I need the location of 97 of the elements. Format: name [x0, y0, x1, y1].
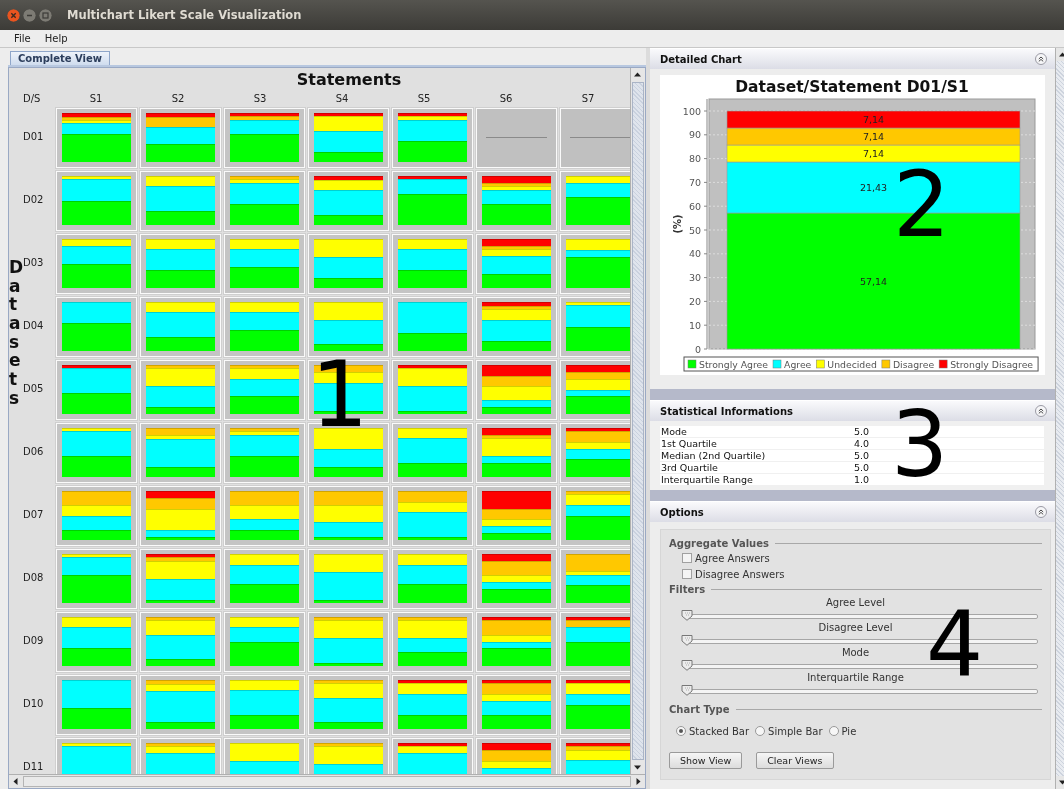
column-header: S6 [498, 92, 514, 106]
table-cell: Mode [660, 426, 853, 437]
tick-label: 80 [688, 153, 701, 165]
slider-thumb[interactable] [681, 659, 693, 671]
slider-thumb[interactable] [681, 634, 693, 646]
column-header: S5 [416, 92, 432, 106]
row-label: D11 [23, 760, 45, 774]
data-label: 7,14 [862, 131, 885, 142]
panel-title: Options [660, 506, 704, 518]
menu-item[interactable]: Help [37, 33, 75, 44]
table-cell: Median (2nd Quartile) [660, 450, 853, 461]
table-cell: Interquartile Range [660, 474, 853, 485]
slider-label: Interquartile Range [806, 671, 905, 684]
column-header: S1 [88, 92, 104, 106]
mini-stacked-bar-chart [560, 549, 630, 609]
data-label: 21,43 [859, 182, 888, 193]
row-label: D10 [23, 697, 45, 711]
row-label: D01 [23, 130, 45, 144]
window-title: Multichart Likert Scale Visualization [67, 8, 302, 22]
legend-label: Strongly Disagree [950, 358, 1034, 370]
checkbox-label[interactable]: Agree Answers [695, 552, 770, 564]
group-title: Chart Type [669, 703, 730, 715]
column-header: S4 [334, 92, 350, 106]
close-icon[interactable] [7, 8, 20, 22]
panel-title: Statistical Informations [660, 405, 793, 417]
tick-label: 40 [688, 248, 701, 260]
mini-stacked-bar-chart [560, 612, 630, 672]
radio-button[interactable] [676, 726, 686, 736]
radio-button[interactable] [755, 726, 766, 736]
column-header: S2 [170, 92, 186, 106]
tick-label: 90 [688, 129, 701, 141]
empty-chart [560, 108, 630, 168]
mini-stacked-bar-chart [560, 297, 630, 357]
row-label: D03 [23, 256, 45, 268]
row-label: D02 [23, 193, 45, 207]
slider-thumb[interactable] [681, 609, 693, 621]
checkbox-label[interactable]: Disagree Answers [695, 568, 785, 580]
column-header: S7 [580, 92, 596, 106]
slider-thumb[interactable] [681, 684, 693, 696]
mini-stacked-bar-chart [560, 234, 630, 294]
row-label: D05 [23, 382, 45, 396]
slider-track[interactable] [681, 684, 1038, 696]
row-label: D08 [23, 571, 45, 585]
mini-stacked-bar-chart [560, 486, 630, 546]
mini-stacked-bar-chart [560, 171, 630, 231]
legend-label: Agree [784, 358, 812, 370]
tick-label: 100 [682, 105, 701, 117]
data-label: 7,14 [862, 148, 885, 159]
radio-label[interactable]: Simple Bar [768, 725, 823, 737]
minimize-icon[interactable] [23, 8, 36, 22]
table-cell: 3rd Quartile [660, 462, 853, 473]
group-title: Aggregate Values [669, 537, 769, 549]
legend-label: Strongly Agree [699, 358, 768, 370]
data-label: 7,14 [862, 114, 885, 125]
scrollbar-thumb[interactable] [632, 82, 644, 760]
row-label: D09 [23, 634, 45, 648]
row-label: D04 [23, 319, 45, 333]
chart-grid-title: Statements [295, 69, 403, 89]
radio-button[interactable] [828, 726, 839, 736]
row-label: D07 [23, 508, 45, 522]
chart-title: Dataset/Statement D01/S1 [735, 78, 969, 96]
table-cell: 1st Quartile [660, 438, 853, 449]
data-label: 57,14 [859, 275, 888, 287]
axis-title: (%) [672, 214, 683, 234]
column-header: S3 [252, 92, 268, 106]
tick-label: 20 [688, 295, 701, 307]
tab[interactable]: Complete View [10, 51, 111, 65]
tick-label: 0 [694, 343, 701, 355]
tick-label: 60 [688, 200, 701, 212]
panel-title: Detailed Chart [660, 53, 742, 65]
collapse-icon[interactable] [1035, 53, 1047, 65]
slider-label: Mode [840, 646, 871, 659]
tick-label: 10 [688, 319, 701, 331]
mini-stacked-bar-chart [560, 675, 630, 735]
slider-label: Disagree Level [817, 621, 894, 634]
button[interactable]: Show View [669, 752, 743, 769]
row-label: D06 [23, 445, 45, 459]
radio-label[interactable]: Pie [841, 725, 857, 737]
checkbox[interactable] [682, 569, 692, 579]
corner-label: D/S [23, 92, 42, 106]
menu-item[interactable]: File [7, 33, 38, 44]
mini-stacked-bar-chart [560, 360, 630, 420]
tick-label: 70 [688, 176, 701, 188]
button[interactable]: Clear Views [756, 752, 834, 769]
group-title: Filters [669, 583, 706, 595]
legend-label: Undecided [827, 358, 877, 370]
scrollbar-thumb[interactable] [23, 776, 631, 787]
slider-label: Agree Level [825, 596, 886, 609]
collapse-icon[interactable] [1035, 405, 1047, 417]
maximize-icon[interactable] [39, 8, 52, 22]
mini-stacked-bar-chart [560, 423, 630, 483]
tick-label: 30 [688, 272, 701, 284]
radio-label[interactable]: Stacked Bar [689, 725, 750, 737]
legend-label: Disagree [892, 358, 935, 370]
tick-label: 50 [688, 224, 701, 236]
checkbox[interactable] [682, 553, 692, 563]
collapse-icon[interactable] [1035, 506, 1047, 518]
